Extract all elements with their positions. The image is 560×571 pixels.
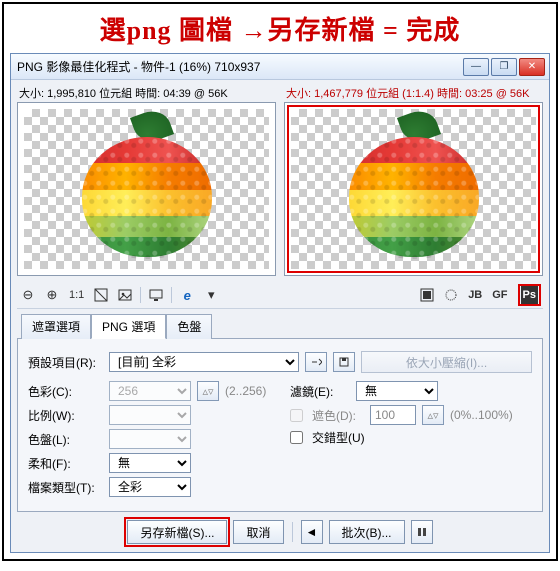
right-preview-info: 大小: 1,467,779 位元組 (1:1.4) 時間: 03:25 @ 56… (284, 84, 543, 102)
preset-label: 預設項目(R): (28, 354, 103, 371)
prev-button[interactable]: ◄ (301, 520, 323, 544)
colors-range: (2..256) (225, 384, 266, 398)
minimize-button[interactable]: — (463, 58, 489, 76)
batch-button[interactable]: 批次(B)... (329, 520, 405, 544)
zoom-1to1-button[interactable]: 1:1 (67, 286, 86, 304)
preview-image-left (82, 119, 212, 259)
mask-stepper[interactable]: ▵▿ (422, 405, 444, 425)
ratio-select[interactable] (109, 405, 191, 425)
dropdown-icon[interactable]: ▾ (202, 286, 220, 304)
ratio-label: 比例(W): (28, 407, 103, 424)
toolbar: ⊖ ⊕ 1:1 e ▾ (17, 280, 543, 309)
mask-checkbox[interactable] (290, 409, 303, 422)
colors-stepper[interactable]: ▵▿ (197, 381, 219, 401)
preview-image-right (349, 119, 479, 259)
mask-range: (0%..100%) (450, 408, 513, 422)
gf-button[interactable]: GF (490, 286, 509, 304)
colors-label: 色彩(C): (28, 383, 103, 400)
titlebar[interactable]: PNG 影像最佳化程式 - 物件-1 (16%) 710x937 — ❐ ✕ (11, 54, 549, 80)
filter-select[interactable]: 無 (356, 381, 438, 401)
filetype-label: 檔案類型(T): (28, 479, 103, 496)
tab-body: 預設項目(R): [目前] 全彩 依大小壓縮(I)... (17, 338, 543, 512)
close-button[interactable]: ✕ (519, 58, 545, 76)
maximize-button[interactable]: ❐ (491, 58, 517, 76)
left-preview-info: 大小: 1,995,810 位元組 時間: 04:39 @ 56K (17, 84, 276, 102)
preset-save-button[interactable] (333, 352, 355, 372)
preset-select[interactable]: [目前] 全彩 (109, 352, 299, 372)
next-button[interactable] (411, 520, 433, 544)
window-title: PNG 影像最佳化程式 - 物件-1 (16%) 710x937 (17, 58, 463, 75)
optimizer-window: PNG 影像最佳化程式 - 物件-1 (16%) 710x937 — ❐ ✕ 大… (10, 53, 550, 553)
filter-label: 濾鏡(E): (290, 383, 350, 400)
crop-icon[interactable] (92, 286, 110, 304)
right-preview[interactable] (284, 102, 543, 276)
format-icon-1[interactable] (418, 286, 436, 304)
instruction-text: 選png 圖檔 →另存新檔 = 完成 (4, 4, 556, 51)
left-preview[interactable] (17, 102, 276, 276)
ie-icon[interactable]: e (178, 286, 196, 304)
image-icon[interactable] (116, 286, 134, 304)
filetype-select[interactable]: 全彩 (109, 477, 191, 497)
interlace-label: 交錯型(U) (312, 429, 365, 446)
preset-add-button[interactable] (305, 352, 327, 372)
zoom-in-icon[interactable]: ⊕ (43, 286, 61, 304)
palette-label: 色盤(L): (28, 431, 103, 448)
tab-palette[interactable]: 色盤 (166, 314, 212, 339)
compress-by-size-button[interactable]: 依大小壓縮(I)... (361, 351, 532, 373)
mask-value-input[interactable] (370, 405, 416, 425)
colors-select[interactable]: 256 (109, 381, 191, 401)
monitor-icon[interactable] (147, 286, 165, 304)
tab-png-options[interactable]: PNG 選項 (91, 314, 166, 339)
jb-button[interactable]: JB (466, 286, 484, 304)
mask-label: 遮色(D): (312, 407, 364, 424)
soft-label: 柔和(F): (28, 455, 103, 472)
save-as-button[interactable]: 另存新檔(S)... (127, 520, 227, 544)
cancel-button[interactable]: 取消 (233, 520, 283, 544)
interlace-checkbox[interactable] (290, 431, 303, 444)
palette-select[interactable] (109, 429, 191, 449)
ps-button[interactable]: Ps (521, 286, 538, 304)
format-icon-2[interactable] (442, 286, 460, 304)
soft-select[interactable]: 無 (109, 453, 191, 473)
tab-mask-options[interactable]: 遮罩選項 (21, 314, 91, 339)
zoom-out-icon[interactable]: ⊖ (19, 286, 37, 304)
